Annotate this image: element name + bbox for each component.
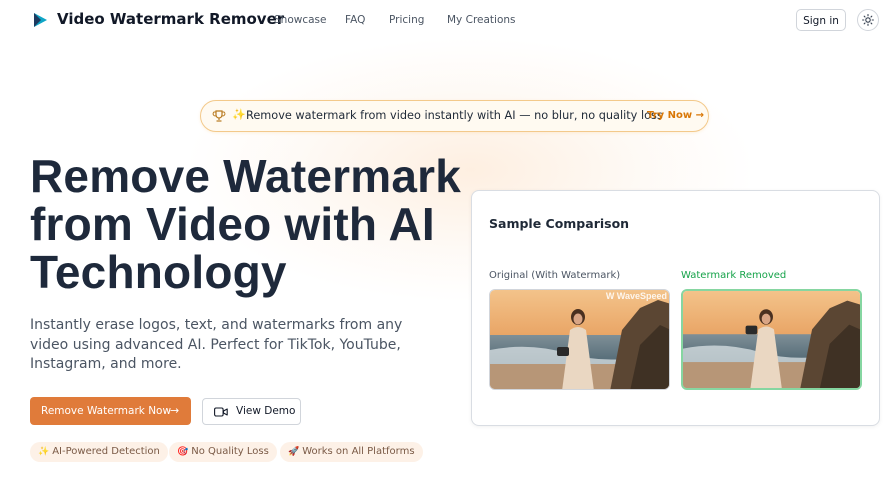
removed-caption: Watermark Removed — [681, 270, 787, 281]
announcement-text: Remove watermark from video instantly wi… — [246, 109, 663, 122]
beach-photo — [490, 290, 669, 389]
feature-tag-label: Works on All Platforms — [302, 446, 415, 457]
arrow-right-icon: → — [170, 404, 180, 417]
video-camera-icon — [214, 407, 228, 417]
hero-subtitle: Instantly erase logos, text, and waterma… — [30, 317, 403, 372]
trophy-icon — [212, 110, 226, 122]
site-header: Video Watermark Remover Showcase FAQ Pri… — [0, 0, 889, 42]
sample-comparison-card: Sample Comparison Original (With Waterma… — [471, 190, 880, 426]
sparkle-icon: ✨ — [38, 447, 50, 457]
nav-showcase[interactable]: Showcase — [274, 14, 326, 26]
watermark-overlay: W WaveSpeed — [605, 291, 667, 301]
sparkle-icon: ✨ — [232, 108, 246, 121]
nav-my-creations[interactable]: My Creations — [447, 14, 516, 26]
feature-tag-all-platforms: 🚀 Works on All Platforms — [280, 442, 423, 462]
original-caption: Original (With Watermark) — [489, 270, 621, 281]
feature-tag-label: No Quality Loss — [191, 446, 269, 457]
view-demo-label: View Demo — [236, 405, 296, 417]
view-demo-button[interactable]: View Demo — [202, 398, 301, 425]
nav-pricing[interactable]: Pricing — [389, 14, 424, 26]
target-icon: 🎯 — [177, 447, 189, 457]
clean-video-thumbnail[interactable] — [681, 289, 862, 390]
card-title: Sample Comparison — [489, 216, 630, 231]
try-now-link[interactable]: Try Now → — [647, 110, 704, 121]
original-video-thumbnail[interactable]: W WaveSpeed — [489, 289, 670, 390]
announcement-banner[interactable]: ✨ Remove watermark from video instantly … — [200, 100, 709, 132]
beach-photo — [683, 291, 860, 388]
remove-watermark-button[interactable]: Remove Watermark Now → — [30, 397, 191, 425]
theme-toggle-button[interactable] — [857, 9, 879, 31]
feature-tag-ai-detection: ✨ AI-Powered Detection — [30, 442, 168, 462]
rocket-icon: 🚀 — [288, 447, 300, 457]
feature-tag-no-quality-loss: 🎯 No Quality Loss — [169, 442, 277, 462]
remove-watermark-label: Remove Watermark Now — [41, 405, 172, 417]
hero-title-line-1: Remove Watermark — [30, 150, 462, 202]
feature-tag-label: AI-Powered Detection — [52, 446, 160, 457]
sign-in-button[interactable]: Sign in — [796, 9, 846, 31]
hero-title: Remove Watermark from Video with AI Tech… — [30, 152, 470, 296]
brand-name[interactable]: Video Watermark Remover — [57, 10, 284, 28]
hero-title-line-2: from Video with AI — [30, 198, 435, 250]
sun-icon — [862, 14, 874, 26]
nav-faq[interactable]: FAQ — [345, 14, 365, 26]
hero-title-line-3: Technology — [30, 246, 287, 298]
play-triangle-icon[interactable] — [32, 12, 48, 28]
